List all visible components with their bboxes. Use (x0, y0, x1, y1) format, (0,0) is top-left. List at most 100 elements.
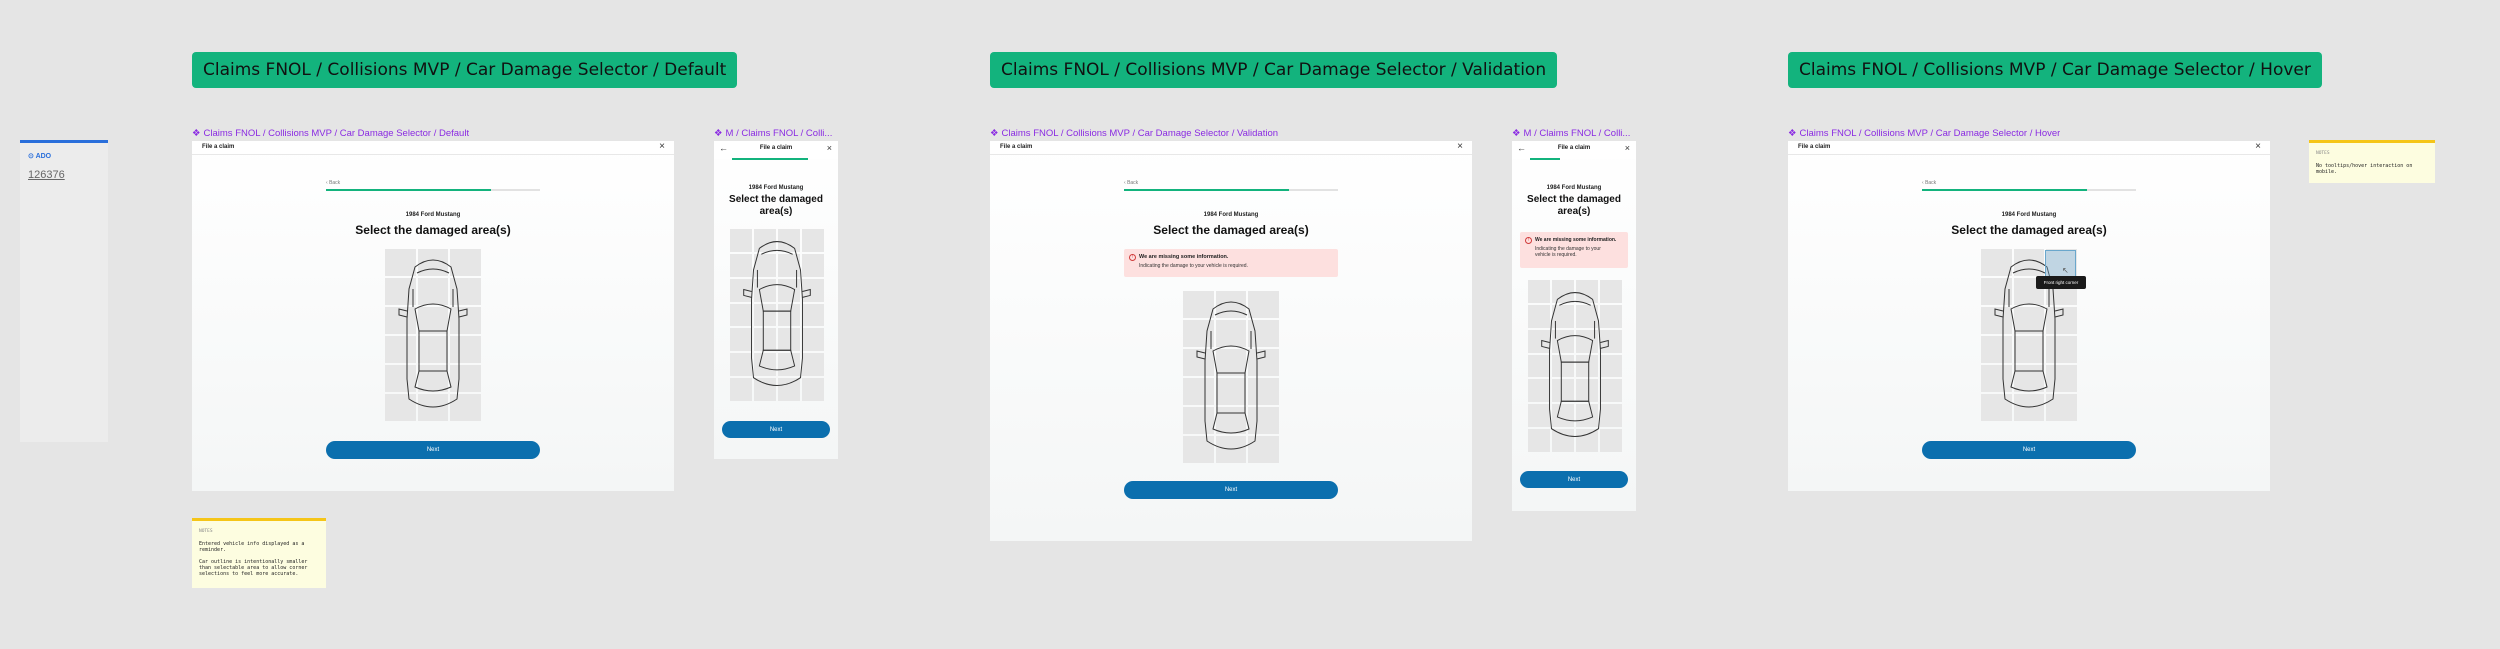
screen-title: File a claim (202, 144, 235, 150)
car-outline-stroke (414, 370, 452, 392)
screen-title: File a claim (1798, 144, 1831, 150)
desktop-frame-validation: File a claim × ‹ Back 1984 Ford Mustang … (990, 141, 1472, 541)
car-outline-stroke (2012, 268, 2046, 274)
section-banner-hover: Claims FNOL / Collisions MVP / Car Damag… (1788, 52, 2322, 88)
close-icon[interactable]: × (2255, 142, 2261, 152)
top-bar: File a claim × (1788, 141, 2270, 155)
hovered-cell-front-right[interactable] (2045, 250, 2076, 277)
component-icon: ❖ (1512, 128, 1521, 139)
car-outline-stroke (406, 259, 460, 408)
frame-label-hover[interactable]: ❖ Claims FNOL / Collisions MVP / Car Dama… (1788, 128, 2060, 139)
back-link[interactable]: ‹ Back (1922, 180, 1936, 186)
next-button[interactable]: Next (1922, 441, 2136, 459)
validation-alert: ! We are missing some information. Indic… (1520, 232, 1628, 268)
note-tag: NOTES (199, 529, 213, 534)
car-outline-stroke (414, 303, 452, 332)
alert-body: Indicating the damage to your vehicle is… (1139, 263, 1248, 269)
mobile-top-bar: ← File a claim × (1512, 141, 1636, 160)
frame-label-default-mobile[interactable]: ❖ M / Claims FNOL / Colli... (714, 128, 838, 139)
next-button[interactable]: Next (326, 441, 540, 459)
progress-bar (1922, 189, 2136, 191)
note-body: Entered vehicle info displayed as a remi… (199, 541, 308, 577)
progress-bar (1530, 158, 1560, 160)
car-outline-stroke (743, 288, 752, 298)
car-outline-icon (743, 241, 811, 386)
car-outline-stroke (762, 310, 792, 351)
progress-bar (732, 158, 808, 160)
car-outline-stroke (2054, 308, 2064, 318)
error-icon: ! (1129, 254, 1136, 261)
car-outline-stroke (1560, 361, 1590, 402)
sticky-note-right[interactable]: NOTES No tooltips/hover interaction on m… (2309, 140, 2435, 183)
car-outline-stroke (1216, 372, 1246, 414)
screen-title: File a claim (1557, 145, 1591, 151)
car-outline-stroke (1559, 300, 1591, 306)
screen-title: File a claim (759, 145, 793, 151)
car-outline-stroke (458, 308, 468, 318)
vehicle-name: 1984 Ford Mustang (2001, 212, 2057, 218)
note-tag: NOTES (2316, 151, 2330, 156)
cursor-icon: ↖ (2062, 266, 2069, 275)
next-button[interactable]: Next (722, 421, 830, 438)
car-outline-stroke (418, 330, 448, 372)
top-bar: File a claim × (990, 141, 1472, 155)
component-icon: ❖ (1788, 128, 1797, 139)
top-bar: File a claim × (192, 141, 674, 155)
car-outline-stroke (1212, 345, 1250, 374)
car-outline-stroke (751, 241, 803, 386)
sticky-note-left[interactable]: NOTES Entered vehicle info displayed as … (192, 518, 326, 588)
car-outline-stroke (2010, 370, 2048, 392)
frame-label-default[interactable]: ❖ Claims FNOL / Collisions MVP / Car Dama… (192, 128, 469, 139)
component-icon: ❖ (192, 128, 201, 139)
close-icon[interactable]: × (827, 143, 832, 153)
progress-bar (326, 189, 540, 191)
alert-body: Indicating the damage to your vehicle is … (1535, 246, 1601, 258)
progress-bar (1124, 189, 1338, 191)
car-outline-stroke (2010, 303, 2048, 332)
car-outline-icon (1196, 301, 1266, 450)
validation-alert: ! We are missing some information. Indic… (1124, 249, 1338, 277)
car-outline-stroke (416, 268, 450, 274)
close-icon[interactable]: × (1625, 143, 1630, 153)
mobile-frame-validation: ← File a claim × 1984 Ford Mustang Selec… (1512, 141, 1636, 511)
component-icon: ❖ (990, 128, 999, 139)
car-outline-stroke (1556, 400, 1594, 422)
section-banner-validation: Claims FNOL / Collisions MVP / Car Damag… (990, 52, 1558, 88)
car-outline-stroke (802, 288, 811, 298)
alert-title: We are missing some information. (1535, 237, 1617, 243)
back-link[interactable]: ‹ Back (1124, 180, 1138, 186)
hover-tooltip: Front right corner (2036, 276, 2086, 289)
alert-title: We are missing some information. (1139, 254, 1229, 260)
mobile-top-bar: ← File a claim × (714, 141, 838, 160)
car-outline-icon (1541, 292, 1609, 437)
car-outline-stroke (758, 284, 796, 312)
car-outline-stroke (2014, 330, 2044, 372)
car-outline-stroke (758, 349, 796, 371)
error-icon: ! (1525, 237, 1532, 244)
desktop-frame-hover: File a claim × ‹ Back 1984 Ford Mustang … (1788, 141, 2270, 491)
note-body: No tooltips/hover interaction on mobile. (2316, 163, 2413, 175)
vehicle-name: 1984 Ford Mustang (748, 185, 804, 191)
close-icon[interactable]: × (659, 142, 665, 152)
page-heading: Select the damaged area(s) (1153, 223, 1309, 237)
component-icon: ❖ (714, 128, 723, 139)
screen-title: File a claim (1000, 144, 1033, 150)
close-icon[interactable]: × (1457, 142, 1463, 152)
page-heading: Select the damaged area(s) (1527, 194, 1621, 217)
ado-widget: ⊙ ADO 126376 (20, 140, 108, 442)
section-banner-default: Claims FNOL / Collisions MVP / Car Damag… (192, 52, 738, 88)
back-link[interactable]: ‹ Back (326, 180, 340, 186)
car-outline-stroke (1600, 339, 1609, 349)
next-button[interactable]: Next (1520, 471, 1628, 488)
ado-work-item-link[interactable]: 126376 (28, 169, 65, 181)
car-outline-icon (398, 259, 468, 408)
page-heading: Select the damaged area(s) (1951, 223, 2107, 237)
vehicle-name: 1984 Ford Mustang (1546, 185, 1602, 191)
car-outline-stroke (1549, 292, 1601, 437)
next-button[interactable]: Next (1124, 481, 1338, 499)
vehicle-name: 1984 Ford Mustang (1203, 212, 1259, 218)
frame-label-validation-mobile[interactable]: ❖ M / Claims FNOL / Colli... (1512, 128, 1636, 139)
car-outline-stroke (1196, 350, 1206, 360)
frame-label-validation[interactable]: ❖ Claims FNOL / Collisions MVP / Car Dama… (990, 128, 1278, 139)
ado-label: ⊙ ADO (28, 153, 52, 160)
